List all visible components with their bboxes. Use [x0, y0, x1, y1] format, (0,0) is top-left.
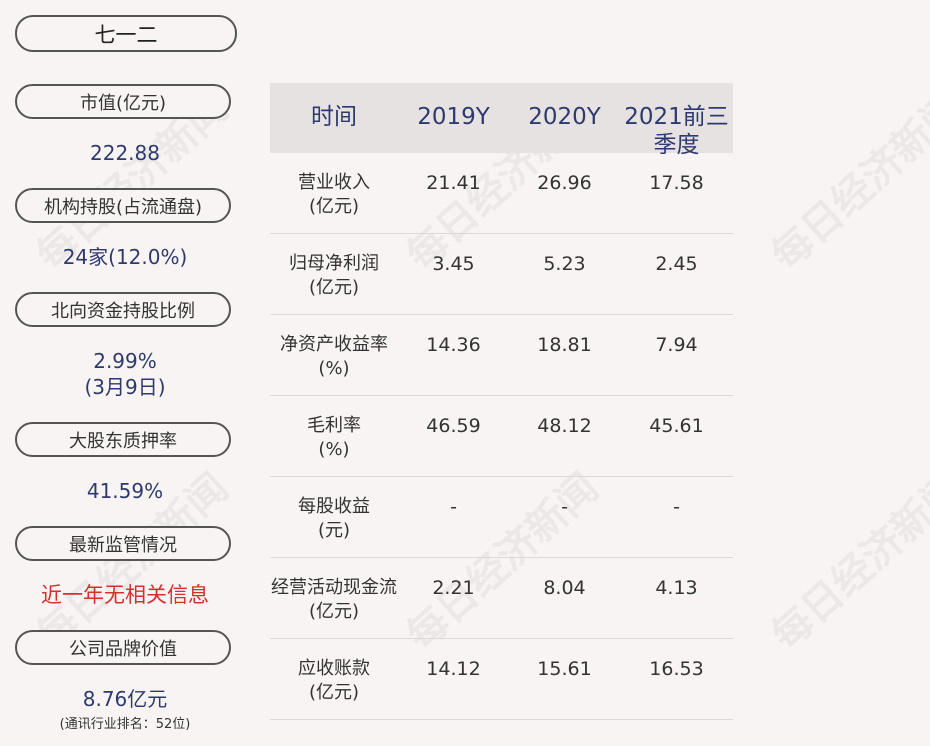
brand-value-note: (通讯行业排名：52位) [59, 717, 191, 732]
market-cap-label: 市值(亿元) [15, 84, 231, 119]
table-cell: 17.58 [649, 172, 704, 194]
table-cell: 7.94 [655, 334, 698, 356]
row-unit: (%) [318, 439, 350, 460]
row-label: 应收账款 (亿元) [270, 639, 398, 719]
row-label: 营业收入 (亿元) [270, 153, 398, 233]
table-row: 毛利率 (%) 46.59 48.12 45.61 [270, 396, 733, 477]
row-metric: 营业收入 [298, 172, 370, 193]
table-row: 每股收益 (元) - - - [270, 477, 733, 558]
table-cell: 48.12 [537, 415, 592, 437]
table-cell: - [450, 496, 457, 518]
row-metric: 应收账款 [298, 658, 370, 679]
brand-value-label: 公司品牌价值 [15, 630, 231, 665]
table-row: 净资产收益率 (%) 14.36 18.81 7.94 [270, 315, 733, 396]
northbound-ratio-label: 北向资金持股比例 [15, 292, 231, 327]
market-cap-value: 222.88 [90, 141, 160, 165]
row-label: 净资产收益率 (%) [270, 315, 398, 395]
table-cell: 46.59 [426, 415, 481, 437]
table-row: 归母净利润 (亿元) 3.45 5.23 2.45 [270, 234, 733, 315]
table-cell: 4.13 [655, 577, 698, 599]
row-unit: (%) [318, 358, 350, 379]
watermark: 每日经济新闻 [763, 464, 930, 660]
row-metric: 毛利率 [307, 415, 361, 436]
table-row: 应收账款 (亿元) 14.12 15.61 16.53 [270, 639, 733, 720]
table-cell: 14.36 [426, 334, 481, 356]
row-unit: (亿元) [308, 277, 360, 298]
table-row: 营业收入 (亿元) 21.41 26.96 17.58 [270, 153, 733, 234]
header-2019: 2019Y [417, 104, 490, 130]
row-unit: (亿元) [308, 682, 360, 703]
table-cell: 45.61 [649, 415, 704, 437]
table-row: 经营活动现金流 (亿元) 2.21 8.04 4.13 [270, 558, 733, 639]
header-2020: 2020Y [528, 104, 601, 130]
table-cell: 18.81 [537, 334, 592, 356]
table-cell: 2.45 [655, 253, 698, 275]
header-2021q3: 2021前三季度 [624, 104, 729, 158]
company-name: 七一二 [15, 15, 237, 52]
row-label: 每股收益 (元) [270, 477, 398, 557]
institution-holding-value: 24家(12.0%) [62, 245, 188, 269]
table-cell: - [561, 496, 568, 518]
row-metric: 归母净利润 [289, 253, 379, 274]
watermark: 每日经济新闻 [763, 84, 930, 280]
brand-value-value: 8.76亿元 [82, 687, 168, 711]
row-label: 经营活动现金流 (亿元) [270, 558, 398, 638]
row-metric: 经营活动现金流 [271, 577, 397, 598]
table-cell: 26.96 [537, 172, 592, 194]
table-cell: 3.45 [432, 253, 475, 275]
table-header: 时间 2019Y 2020Y 2021前三季度 [270, 83, 733, 158]
regulatory-status-value: 近一年无相关信息 [41, 583, 209, 607]
table-cell: 8.04 [543, 577, 586, 599]
table-cell: 2.21 [432, 577, 475, 599]
table-cell: 5.23 [543, 253, 586, 275]
pledge-ratio-value: 41.59% [86, 479, 164, 503]
row-metric: 净资产收益率 [280, 334, 388, 355]
row-metric: 每股收益 [298, 496, 370, 517]
regulatory-status-label: 最新监管情况 [15, 526, 231, 561]
table-cell: 16.53 [649, 658, 704, 680]
row-label: 归母净利润 (亿元) [270, 234, 398, 314]
row-unit: (元) [317, 520, 351, 541]
table-cell: 15.61 [537, 658, 592, 680]
row-label: 毛利率 (%) [270, 396, 398, 476]
northbound-ratio-value: 2.99% [93, 349, 157, 373]
financial-table: 时间 2019Y 2020Y 2021前三季度 营业收入 (亿元) 21.41 26.… [270, 83, 733, 720]
northbound-ratio-date: (3月9日) [84, 375, 166, 399]
institution-holding-label: 机构持股(占流通盘) [15, 188, 231, 223]
row-unit: (亿元) [308, 601, 360, 622]
row-unit: (亿元) [308, 196, 360, 217]
table-cell: - [673, 496, 680, 518]
header-period: 时间 [311, 104, 357, 130]
table-cell: 14.12 [426, 658, 481, 680]
pledge-ratio-label: 大股东质押率 [15, 422, 231, 457]
table-cell: 21.41 [426, 172, 481, 194]
